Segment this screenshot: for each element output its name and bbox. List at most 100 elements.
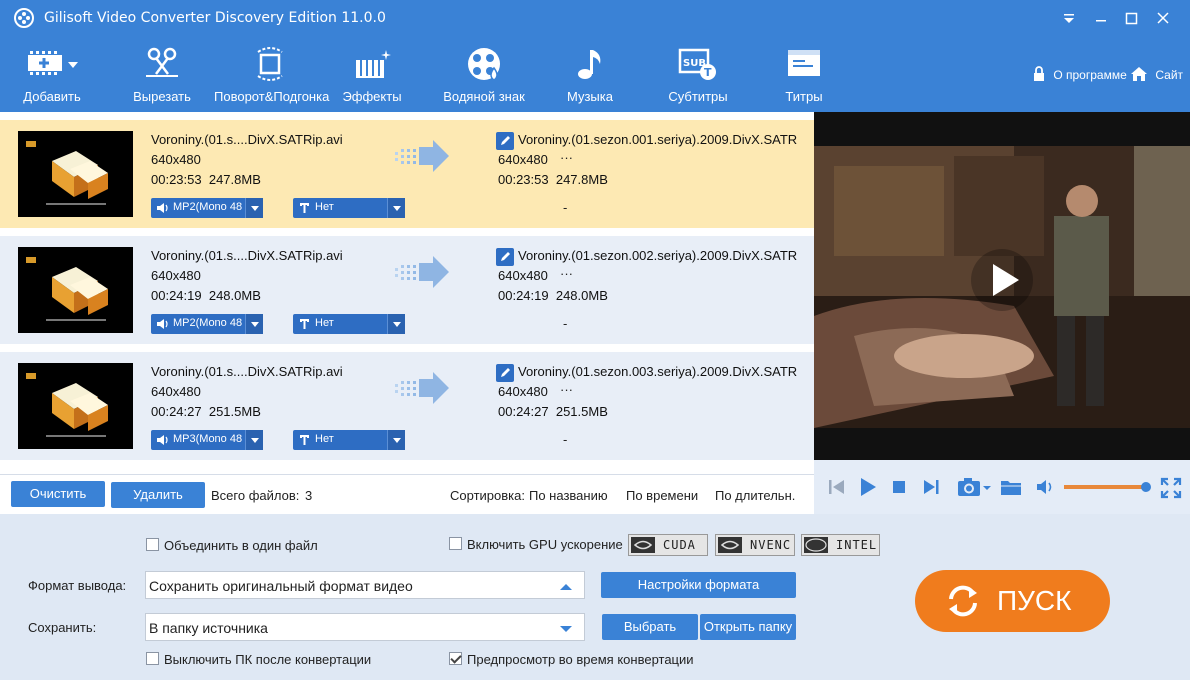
pencil-icon: [501, 252, 510, 261]
maximize-icon: [1125, 12, 1138, 25]
browse-button[interactable]: Выбрать: [602, 614, 698, 640]
toolbar-rotate-crop-button[interactable]: Поворот&Подгонка: [214, 36, 330, 112]
menu-dropdown-icon: [1064, 14, 1074, 23]
toolbar-cut-button[interactable]: Вырезать: [122, 36, 202, 112]
audio-track-dropdown[interactable]: [245, 198, 263, 218]
audio-track-select[interactable]: MP2(Mono 48: [151, 198, 263, 218]
total-files-count: 3: [305, 488, 313, 503]
conversion-settings-panel: Объединить в один файл Включить GPU уско…: [0, 514, 1190, 680]
convert-arrow-icon: [395, 140, 449, 172]
toolbar-titles-button[interactable]: Титры: [772, 36, 836, 112]
toolbar-subtitles-button[interactable]: SUB T Субтитры: [660, 36, 736, 112]
edit-output-button[interactable]: [496, 364, 514, 382]
subtitle-track-select[interactable]: Нет: [293, 430, 405, 450]
file-row[interactable]: Voroniny.(01.s....DivX.SATRip.avi 640x48…: [0, 236, 814, 344]
menu-dropdown-button[interactable]: [1058, 8, 1080, 28]
delete-button[interactable]: Удалить: [111, 482, 205, 508]
about-link[interactable]: О программе: [1032, 66, 1127, 82]
merge-checkbox[interactable]: [146, 538, 159, 551]
subtitle-track-label: Нет: [315, 433, 334, 445]
audio-track-dropdown[interactable]: [245, 430, 263, 450]
audio-track-select[interactable]: MP3(Mono 48: [151, 430, 263, 450]
toolbar-titles-label: Титры: [785, 89, 823, 104]
output-size: 247.8MB: [555, 172, 608, 187]
intel-badge: INTEL: [801, 534, 880, 556]
output-info: 00:24:19 248.0MB: [498, 288, 608, 303]
stop-icon[interactable]: [892, 480, 906, 494]
total-files-label: Всего файлов:: [211, 488, 300, 503]
source-info: 00:24:19 248.0MB: [151, 288, 261, 303]
file-row[interactable]: Voroniny.(01.s....DivX.SATRip.avi 640x48…: [0, 352, 814, 460]
toolbar-music-button[interactable]: Музыка: [556, 36, 624, 112]
output-more-options[interactable]: ···: [560, 266, 573, 281]
folder-icon[interactable]: [1000, 478, 1022, 496]
subtitle-track-dropdown[interactable]: [387, 430, 405, 450]
play-icon: [993, 264, 1019, 296]
video-thumbnail: [18, 131, 133, 217]
close-button[interactable]: [1152, 8, 1174, 28]
app-logo-icon: [14, 8, 34, 28]
fullscreen-icon[interactable]: [1160, 477, 1182, 499]
site-label: Сайт: [1155, 68, 1184, 82]
sort-by-time[interactable]: По времени: [626, 488, 698, 503]
site-link[interactable]: Сайт: [1130, 66, 1183, 82]
audio-track-select[interactable]: MP2(Mono 48: [151, 314, 263, 334]
minimize-icon: [1096, 20, 1106, 22]
output-format-value: Сохранить оригинальный формат видео: [149, 578, 413, 594]
output-duration: 00:23:53: [498, 172, 549, 187]
output-more-options[interactable]: ···: [560, 382, 573, 397]
save-location-label: Сохранить:: [28, 620, 97, 635]
preview-during-conversion-label: Предпросмотр во время конвертации: [467, 652, 694, 667]
minimize-button[interactable]: [1090, 8, 1112, 28]
play-control-icon[interactable]: [858, 477, 878, 497]
volume-slider[interactable]: [1064, 482, 1151, 492]
open-folder-button[interactable]: Открыть папку: [700, 614, 796, 640]
sort-by-name[interactable]: По названию: [529, 488, 608, 503]
source-size: 247.8MB: [208, 172, 261, 187]
toolbar-effects-button[interactable]: Эффекты: [336, 36, 408, 112]
preview-play-button[interactable]: [971, 249, 1033, 311]
subtitle-track-select[interactable]: Нет: [293, 198, 405, 218]
next-icon[interactable]: [922, 478, 940, 496]
snapshot-camera-icon[interactable]: [956, 476, 992, 498]
toolbar-watermark-button[interactable]: Водяной знак: [440, 36, 528, 112]
output-format-select[interactable]: Сохранить оригинальный формат видео: [145, 571, 585, 599]
crop-rotate-icon: [257, 47, 283, 81]
toolbar-add-button[interactable]: Добавить: [12, 36, 92, 112]
volume-slider-knob[interactable]: [1141, 482, 1151, 492]
sort-by-duration[interactable]: По длительн.: [715, 488, 795, 503]
start-button[interactable]: ПУСК: [915, 570, 1110, 632]
save-location-select[interactable]: В папку источника: [145, 613, 585, 641]
source-size: 248.0MB: [208, 288, 261, 303]
source-filename: Voroniny.(01.s....DivX.SATRip.avi: [151, 364, 343, 379]
output-subtitle-placeholder: -: [563, 200, 568, 215]
cuda-badge: CUDA: [628, 534, 708, 556]
sort-label: Сортировка:: [450, 488, 525, 503]
file-row[interactable]: Voroniny.(01.s....DivX.SATRip.avi 640x48…: [0, 120, 814, 228]
previous-icon[interactable]: [828, 478, 846, 496]
volume-icon[interactable]: [1036, 478, 1056, 496]
clear-button[interactable]: Очистить: [11, 481, 105, 507]
gpu-checkbox[interactable]: [449, 537, 462, 550]
intel-label: INTEL: [836, 538, 878, 552]
output-resolution: 640x480: [498, 384, 548, 399]
toolbar-cut-label: Вырезать: [133, 89, 191, 104]
edit-output-button[interactable]: [496, 248, 514, 266]
toolbar-rotate-crop-label: Поворот&Подгонка: [214, 89, 330, 104]
format-settings-button[interactable]: Настройки формата: [601, 572, 796, 598]
audio-track-dropdown[interactable]: [245, 314, 263, 334]
shutdown-checkbox[interactable]: [146, 652, 159, 665]
scissors-icon: [146, 47, 178, 77]
source-size: 251.5MB: [208, 404, 261, 419]
edit-output-button[interactable]: [496, 132, 514, 150]
preview-during-conversion-checkbox[interactable]: [449, 652, 462, 665]
watermark-icon: [468, 48, 500, 81]
shutdown-label: Выключить ПК после конвертации: [164, 652, 372, 667]
text-t-icon: [300, 203, 309, 213]
output-more-options[interactable]: ···: [560, 150, 573, 165]
subtitle-track-select[interactable]: Нет: [293, 314, 405, 334]
subtitle-track-dropdown[interactable]: [387, 198, 405, 218]
add-video-icon: [28, 50, 78, 76]
subtitle-track-dropdown[interactable]: [387, 314, 405, 334]
maximize-button[interactable]: [1120, 8, 1142, 28]
